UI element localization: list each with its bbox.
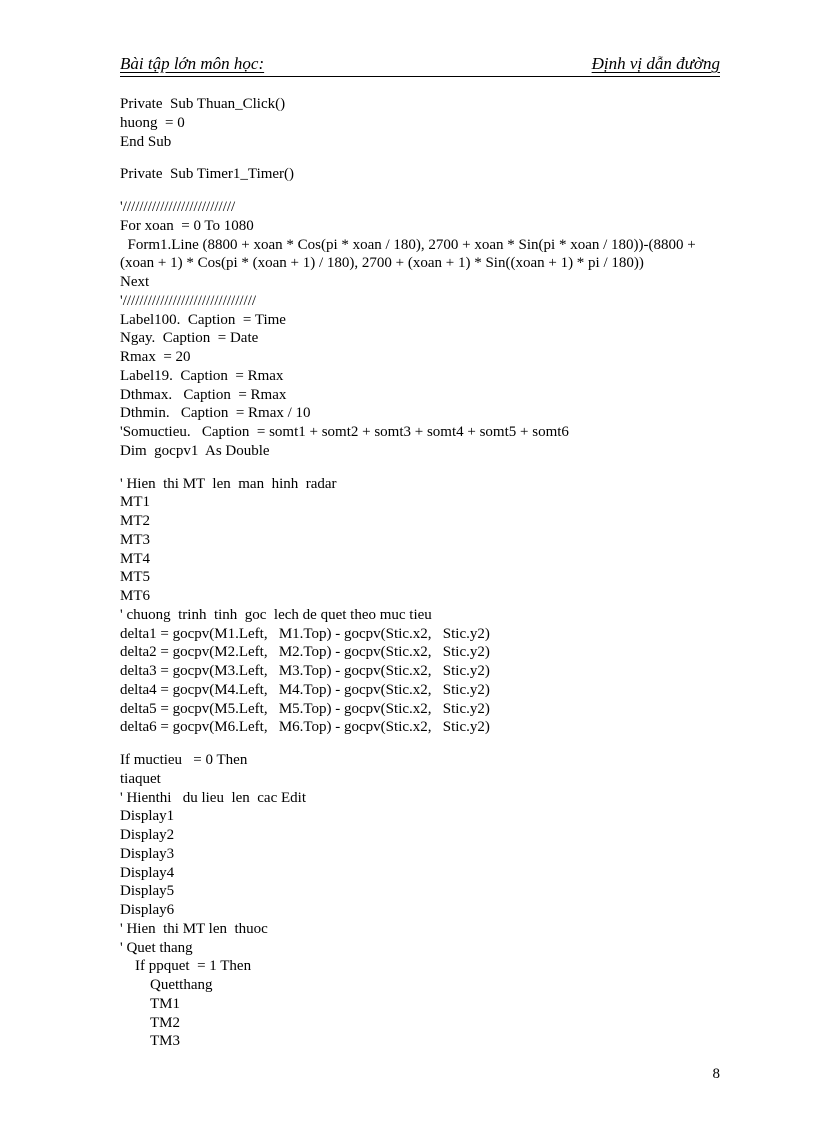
code-block-loop-labels: '/////////////////////////// For xoan = … — [120, 198, 720, 461]
code-block-thuan-click: Private Sub Thuan_Click() huong = 0 End … — [120, 95, 720, 151]
header-right: Định vị dẫn đường — [592, 54, 720, 74]
code-block-timer1: Private Sub Timer1_Timer() — [120, 165, 720, 184]
header-left: Bài tập lớn môn học: — [120, 54, 264, 74]
code-block-display-quet: If muctieu = 0 Then tiaquet ' Hienthi du… — [120, 751, 720, 1051]
page-number: 8 — [713, 1066, 721, 1083]
document-body: Private Sub Thuan_Click() huong = 0 End … — [120, 95, 720, 1051]
document-page: Bài tập lớn môn học: Định vị dẫn đường P… — [0, 0, 816, 1123]
code-block-mt-delta: ' Hien thi MT len man hinh radar MT1 MT2… — [120, 475, 720, 738]
page-header: Bài tập lớn môn học: Định vị dẫn đường — [120, 54, 720, 77]
